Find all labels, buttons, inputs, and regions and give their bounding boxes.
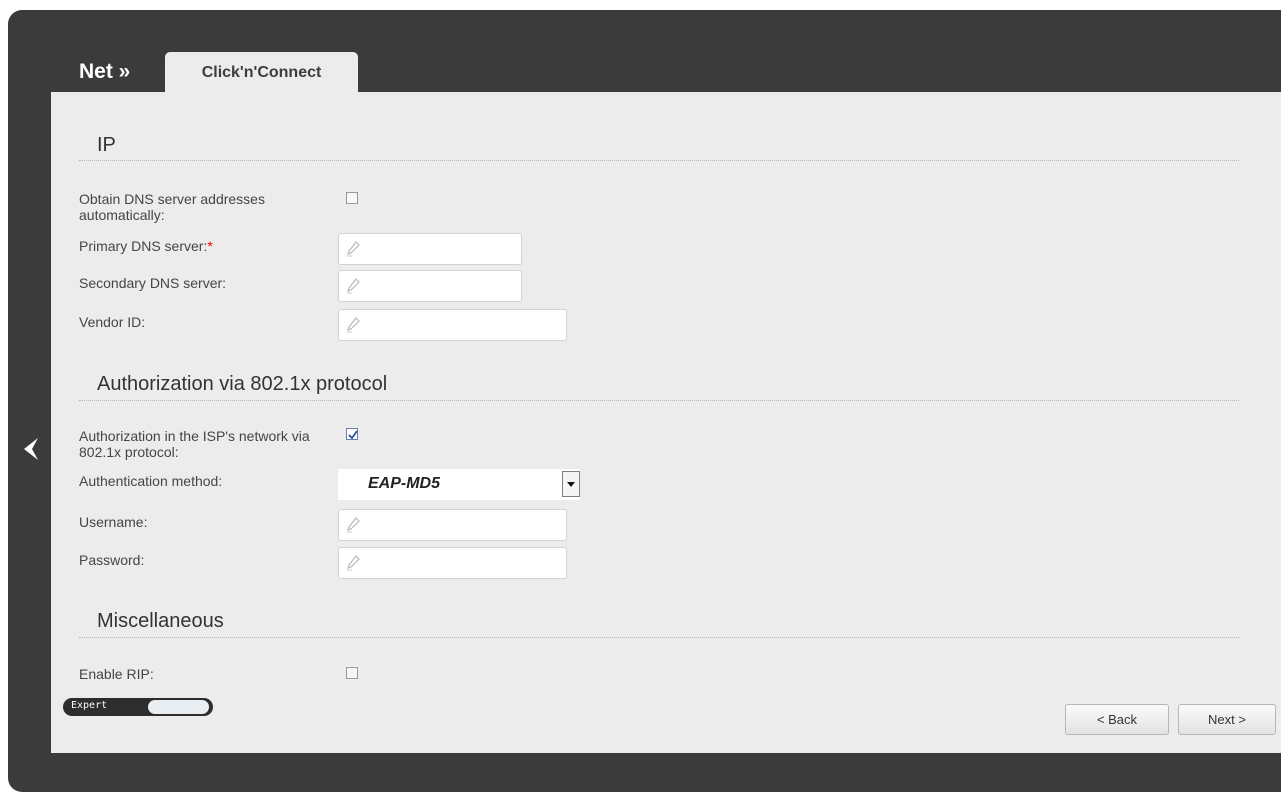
auth-enable-label: Authorization in the ISP's network via 8…: [79, 428, 310, 460]
auth-method-select[interactable]: EAP-MD5: [338, 469, 580, 500]
enable-rip-label: Enable RIP:: [79, 666, 154, 682]
auth-enable-checkbox[interactable]: [346, 428, 358, 440]
username-field[interactable]: [338, 509, 567, 541]
pencil-icon: [347, 241, 360, 257]
primary-dns-field[interactable]: [338, 233, 522, 265]
expert-label: Expert: [71, 700, 108, 711]
chevron-left-icon[interactable]: [22, 436, 42, 462]
next-button[interactable]: Next >: [1178, 704, 1276, 735]
divider: [79, 637, 1239, 638]
password-input[interactable]: [365, 552, 519, 576]
primary-dns-label: Primary DNS server:*: [79, 238, 213, 254]
auth-method-label: Authentication method:: [79, 473, 223, 489]
required-marker: *: [207, 238, 213, 254]
toggle-knob: [148, 700, 209, 714]
divider: [79, 160, 1239, 161]
vendor-id-label: Vendor ID:: [79, 314, 146, 330]
password-field[interactable]: [338, 547, 567, 579]
primary-dns-input[interactable]: [365, 238, 519, 262]
pencil-icon: [347, 555, 360, 571]
pencil-icon: [347, 278, 360, 294]
pencil-icon: [347, 517, 360, 533]
secondary-dns-field[interactable]: [338, 270, 522, 302]
enable-rip-checkbox[interactable]: [346, 667, 358, 679]
expert-mode-toggle[interactable]: Expert: [63, 698, 213, 716]
check-icon: [348, 430, 358, 440]
password-label: Password:: [79, 552, 145, 568]
section-title-authorization: Authorization via 802.1x protocol: [97, 373, 388, 395]
divider: [79, 400, 1239, 401]
secondary-dns-label: Secondary DNS server:: [79, 275, 227, 291]
secondary-dns-input[interactable]: [365, 275, 519, 299]
username-label: Username:: [79, 514, 148, 530]
back-button[interactable]: < Back: [1065, 704, 1169, 735]
username-input[interactable]: [365, 514, 519, 538]
vendor-id-input[interactable]: [365, 314, 519, 338]
obtain-dns-checkbox[interactable]: [346, 192, 358, 204]
section-title-miscellaneous: Miscellaneous: [97, 610, 224, 632]
pencil-icon: [347, 317, 360, 333]
auth-method-value: EAP-MD5: [368, 475, 441, 492]
obtain-dns-label: Obtain DNS server addresses automaticall…: [79, 191, 265, 223]
caret-down-icon[interactable]: [562, 471, 580, 497]
breadcrumb[interactable]: Net »: [79, 60, 130, 84]
section-title-ip: IP: [97, 134, 116, 156]
vendor-id-field[interactable]: [338, 309, 567, 341]
tab-click-n-connect[interactable]: Click'n'Connect: [165, 52, 358, 93]
